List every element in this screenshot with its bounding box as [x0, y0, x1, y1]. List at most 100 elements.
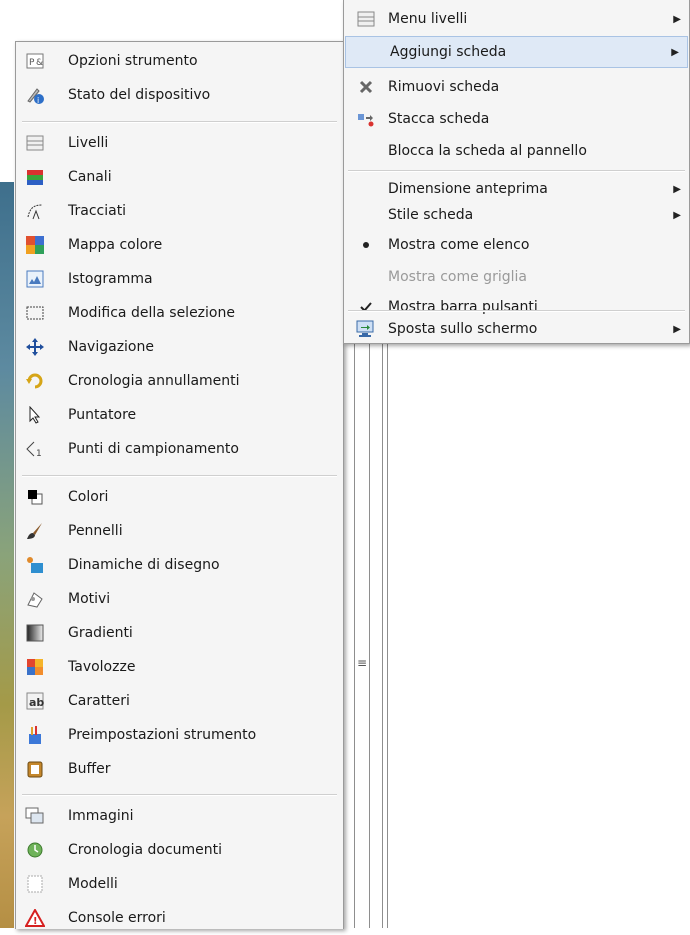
menu-item-label: Tracciati [68, 203, 127, 219]
svg-text:ab: ab [29, 696, 44, 709]
menu-item-label: Mostra barra pulsanti [388, 299, 538, 315]
menu-item-tool-presets[interactable]: Preimpostazioni strumento [16, 718, 343, 752]
menu-item-lock-tab[interactable]: Blocca la scheda al pannello [344, 134, 689, 168]
add-tab-submenu: P & Opzioni strumento i Stato del disposi… [15, 41, 344, 929]
menu-item-brushes[interactable]: Pennelli [16, 514, 343, 548]
radio-bullet-icon [356, 235, 376, 255]
menu-item-label: Opzioni strumento [68, 53, 198, 69]
menu-item-images[interactable]: Immagini [16, 799, 343, 833]
submenu-arrow-icon: ▶ [673, 209, 681, 221]
menu-item-buffers[interactable]: Buffer [16, 752, 343, 786]
menu-item-templates[interactable]: Modelli [16, 867, 343, 901]
menu-item-layers[interactable]: Livelli [16, 126, 343, 160]
menu-item-label: Rimuovi scheda [388, 79, 500, 95]
menu-item-gradients[interactable]: Gradienti [16, 616, 343, 650]
menu-item-sample-points[interactable]: 1 Punti di campionamento [16, 432, 343, 466]
undo-history-icon [25, 371, 45, 391]
menu-item-label: Aggiungi scheda [390, 44, 507, 60]
device-status-icon: i [25, 85, 45, 105]
menu-item-error-console[interactable]: ! Console errori [16, 901, 343, 935]
menu-item-paths[interactable]: Tracciati [16, 194, 343, 228]
menu-item-label: Stile scheda [388, 207, 474, 223]
menu-item-document-history[interactable]: Cronologia documenti [16, 833, 343, 867]
tool-options-icon: P & [25, 51, 45, 71]
menu-item-histogram[interactable]: Istogramma [16, 262, 343, 296]
paint-dynamics-icon [25, 555, 45, 575]
menu-item-device-status[interactable]: i Stato del dispositivo [16, 78, 343, 112]
menu-item-paint-dynamics[interactable]: Dinamiche di disegno [16, 548, 343, 582]
submenu-arrow-icon: ▶ [673, 183, 681, 195]
menu-item-channels[interactable]: Canali [16, 160, 343, 194]
error-console-icon: ! [25, 908, 45, 928]
svg-text:!: ! [33, 916, 38, 927]
dock-divider [369, 340, 370, 928]
menu-item-pointer[interactable]: Puntatore [16, 398, 343, 432]
menu-separator [348, 310, 685, 312]
tab-context-menu: Menu livelli ▶ Aggiungi scheda ▶ Rimuovi… [343, 0, 690, 344]
menu-item-label: Cronologia annullamenti [68, 373, 240, 389]
resize-grip-icon[interactable]: ≡ [357, 656, 367, 670]
patterns-icon [25, 589, 45, 609]
menu-item-palettes[interactable]: Tavolozze [16, 650, 343, 684]
menu-item-undo-history[interactable]: Cronologia annullamenti [16, 364, 343, 398]
menu-item-label: Gradienti [68, 625, 133, 641]
palettes-icon [25, 657, 45, 677]
menu-item-colors[interactable]: Colori [16, 480, 343, 514]
menu-item-tool-options[interactable]: P & Opzioni strumento [16, 44, 343, 78]
menu-item-label: Modifica della selezione [68, 305, 235, 321]
menu-item-tab-style[interactable]: Stile scheda ▶ [344, 198, 689, 232]
sample-points-icon: 1 [25, 439, 45, 459]
menu-item-navigation[interactable]: Navigazione [16, 330, 343, 364]
menu-item-label: Caratteri [68, 693, 130, 709]
menu-item-patterns[interactable]: Motivi [16, 582, 343, 616]
menu-item-label: Motivi [68, 591, 111, 607]
menu-item-label: Dinamiche di disegno [68, 557, 220, 573]
menu-item-colormap[interactable]: Mappa colore [16, 228, 343, 262]
menu-separator [22, 121, 337, 123]
images-icon [25, 806, 45, 826]
menu-item-selection-editor[interactable]: Modifica della selezione [16, 296, 343, 330]
menu-item-view-as-list[interactable]: Mostra come elenco [344, 228, 689, 262]
menu-item-label: Immagini [68, 808, 134, 824]
colormap-icon [25, 235, 45, 255]
menu-item-remove-tab[interactable]: Rimuovi scheda [344, 70, 689, 104]
canvas-background-image [0, 182, 14, 928]
menu-item-label: Puntatore [68, 407, 137, 423]
menu-item-detach-tab[interactable]: Stacca scheda [344, 102, 689, 136]
dock-divider [387, 340, 388, 928]
menu-item-fonts[interactable]: ab Caratteri [16, 684, 343, 718]
svg-text:P: P [29, 58, 35, 68]
menu-item-label: Istogramma [68, 271, 153, 287]
menu-item-label: Modelli [68, 876, 118, 892]
channels-icon [25, 167, 45, 187]
menu-separator [22, 475, 337, 477]
pointer-icon [25, 405, 45, 425]
dock-divider [382, 340, 383, 928]
menu-item-label: Stacca scheda [388, 111, 490, 127]
menu-item-label: Console errori [68, 910, 166, 926]
selection-editor-icon [25, 303, 45, 323]
document-history-icon [25, 840, 45, 860]
svg-text:&: & [36, 58, 43, 68]
detach-tab-icon [356, 109, 376, 129]
layers-icon [356, 9, 376, 29]
menu-item-layers-menu[interactable]: Menu livelli ▶ [344, 2, 689, 36]
histogram-icon [25, 269, 45, 289]
menu-item-label: Tavolozze [68, 659, 136, 675]
menu-item-label: Canali [68, 169, 112, 185]
submenu-arrow-icon: ▶ [671, 46, 679, 58]
menu-item-add-tab[interactable]: Aggiungi scheda ▶ [345, 36, 688, 68]
gradients-icon [25, 623, 45, 643]
tool-presets-icon [25, 725, 45, 745]
paths-icon [25, 201, 45, 221]
menu-item-label: Blocca la scheda al pannello [388, 143, 587, 159]
menu-item-label: Cronologia documenti [68, 842, 223, 858]
menu-item-label: Pennelli [68, 523, 123, 539]
menu-item-view-as-grid[interactable]: Mostra come griglia [344, 260, 689, 294]
menu-item-label: Preimpostazioni strumento [68, 727, 257, 743]
fonts-icon: ab [25, 691, 45, 711]
svg-text:1: 1 [36, 449, 42, 458]
menu-item-label: Navigazione [68, 339, 154, 355]
menu-item-label: Mostra come griglia [388, 269, 527, 285]
svg-text:i: i [37, 96, 39, 105]
